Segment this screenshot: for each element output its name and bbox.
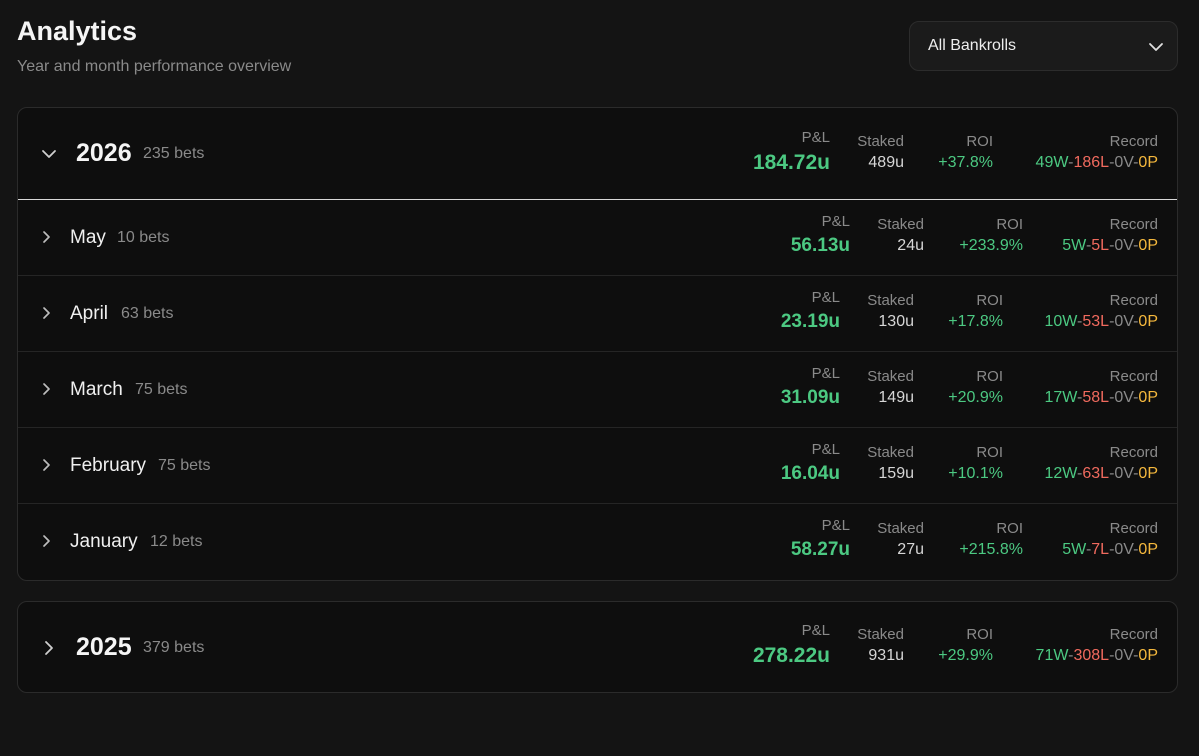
staked-value: 149u: [878, 389, 914, 406]
chevron-right-icon[interactable]: [38, 457, 54, 473]
year-bet-count: 235 bets: [143, 145, 205, 162]
chevron-right-icon[interactable]: [38, 381, 54, 397]
record-label: Record: [1109, 368, 1158, 385]
year-row-2026[interactable]: 2026 235 bets P&L 184.72u Staked 489u RO…: [18, 108, 1177, 200]
month-row-january[interactable]: January 12 bets P&L 58.27u Staked 27u RO…: [18, 504, 1177, 580]
roi-label: ROI: [976, 444, 1003, 461]
year-label: 2026: [76, 139, 132, 167]
roi-value: +17.8%: [948, 313, 1003, 330]
pnl-label: P&L: [811, 441, 840, 458]
roi-label: ROI: [966, 133, 993, 150]
staked-value: 27u: [897, 541, 924, 558]
roi-label: ROI: [976, 368, 1003, 385]
staked-label: Staked: [857, 133, 904, 150]
pnl-value: 58.27u: [790, 539, 850, 560]
staked-value: 130u: [878, 313, 914, 330]
record-label: Record: [1109, 292, 1158, 309]
staked-label: Staked: [867, 292, 914, 309]
roi-value: +233.9%: [959, 237, 1023, 254]
month-label: March: [70, 379, 123, 400]
month-label: April: [70, 303, 109, 324]
staked-label: Staked: [877, 216, 924, 233]
month-bet-count: 10 bets: [117, 229, 170, 246]
month-row-april[interactable]: April 63 bets P&L 23.19u Staked 130u ROI…: [18, 276, 1177, 352]
roi-value: +29.9%: [938, 647, 993, 664]
month-row-february[interactable]: February 75 bets P&L 16.04u Staked 159u …: [18, 428, 1177, 504]
page-subtitle: Year and month performance overview: [17, 58, 292, 75]
month-label: May: [70, 227, 106, 248]
staked-value: 489u: [868, 154, 904, 171]
pnl-label: P&L: [811, 365, 840, 382]
chevron-right-icon[interactable]: [38, 305, 54, 321]
record-value: 5W-7L-0V-0P: [1062, 541, 1158, 558]
record-label: Record: [1109, 133, 1158, 150]
month-label: January: [70, 531, 138, 552]
pnl-label: P&L: [801, 622, 830, 639]
record-value: 71W-308L-0V-0P: [1035, 647, 1158, 664]
bankroll-select-value: All Bankrolls: [928, 37, 1017, 54]
roi-value: +20.9%: [948, 389, 1003, 406]
staked-value: 24u: [897, 237, 924, 254]
record-value: 17W-58L-0V-0P: [1044, 389, 1158, 406]
record-label: Record: [1109, 520, 1158, 537]
pnl-value: 278.22u: [752, 644, 830, 667]
year-label: 2025: [76, 633, 132, 661]
roi-value: +10.1%: [948, 465, 1003, 482]
staked-label: Staked: [867, 368, 914, 385]
month-bet-count: 12 bets: [150, 533, 203, 550]
month-bet-count: 75 bets: [158, 457, 211, 474]
month-label: February: [70, 455, 147, 476]
record-value: 12W-63L-0V-0P: [1044, 465, 1158, 482]
pnl-label: P&L: [821, 517, 850, 534]
record-label: Record: [1109, 626, 1158, 643]
staked-label: Staked: [857, 626, 904, 643]
pnl-value: 31.09u: [780, 387, 840, 408]
month-bet-count: 75 bets: [135, 381, 188, 398]
chevron-right-icon[interactable]: [38, 533, 54, 549]
chevron-down-icon: [1149, 43, 1163, 51]
staked-label: Staked: [867, 444, 914, 461]
year-bet-count: 379 bets: [143, 639, 205, 656]
pnl-value: 56.13u: [790, 235, 850, 256]
pnl-value: 184.72u: [752, 151, 830, 174]
roi-label: ROI: [976, 292, 1003, 309]
staked-value: 159u: [878, 465, 914, 482]
staked-value: 931u: [868, 647, 904, 664]
staked-label: Staked: [877, 520, 924, 537]
record-value: 10W-53L-0V-0P: [1044, 313, 1158, 330]
bankroll-select[interactable]: All Bankrolls: [909, 21, 1178, 71]
pnl-value: 23.19u: [780, 311, 840, 332]
pnl-label: P&L: [821, 213, 850, 230]
roi-value: +215.8%: [959, 541, 1023, 558]
year-row-2025[interactable]: 2025 379 bets P&L 278.22u Staked 931u RO…: [18, 602, 1177, 692]
month-row-may[interactable]: May 10 bets P&L 56.13u Staked 24u ROI +2…: [18, 200, 1177, 276]
roi-label: ROI: [996, 216, 1023, 233]
chevron-right-icon[interactable]: [38, 229, 54, 245]
chevron-down-icon[interactable]: [40, 145, 58, 163]
year-card-2025: 2025 379 bets P&L 278.22u Staked 931u RO…: [17, 601, 1178, 693]
year-card-2026: 2026 235 bets P&L 184.72u Staked 489u RO…: [17, 107, 1178, 581]
record-label: Record: [1109, 216, 1158, 233]
roi-value: +37.8%: [938, 154, 993, 171]
record-label: Record: [1109, 444, 1158, 461]
page-title: Analytics: [17, 16, 138, 46]
pnl-value: 16.04u: [780, 463, 840, 484]
record-value: 49W-186L-0V-0P: [1035, 154, 1158, 171]
pnl-label: P&L: [801, 129, 830, 146]
record-value: 5W-5L-0V-0P: [1062, 237, 1158, 254]
roi-label: ROI: [966, 626, 993, 643]
month-bet-count: 63 bets: [121, 305, 174, 322]
month-row-march[interactable]: March 75 bets P&L 31.09u Staked 149u ROI…: [18, 352, 1177, 428]
roi-label: ROI: [996, 520, 1023, 537]
chevron-right-icon[interactable]: [40, 639, 58, 657]
pnl-label: P&L: [811, 289, 840, 306]
